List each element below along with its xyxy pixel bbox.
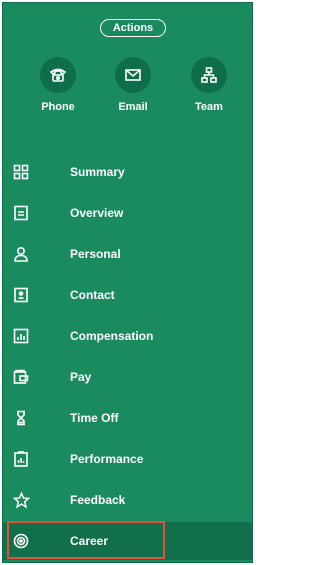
nav-item-compensation[interactable]: Compensation: [3, 317, 252, 355]
nav-item-time-off[interactable]: Time Off: [3, 399, 252, 437]
nav-label: Summary: [70, 165, 125, 179]
nav-item-summary[interactable]: Summary: [3, 153, 252, 191]
nav-item-career[interactable]: Career: [3, 522, 252, 560]
nav-label: Contact: [70, 288, 115, 302]
nav-label: Personal: [70, 247, 121, 261]
hourglass-icon: [12, 409, 30, 427]
contact-card-icon: [12, 286, 30, 304]
email-label: Email: [118, 101, 148, 113]
phone-icon: [40, 57, 76, 93]
chart-icon: [12, 327, 30, 345]
actions-label: Actions: [112, 22, 154, 34]
nav-label: Feedback: [70, 493, 126, 507]
nav-item-pay[interactable]: Pay: [3, 358, 252, 396]
nav-label: Performance: [70, 452, 144, 466]
nav-label: Overview: [70, 206, 124, 220]
nav-item-overview[interactable]: Overview: [3, 194, 252, 232]
star-icon: [12, 491, 30, 509]
email-action[interactable]: Email: [101, 57, 165, 113]
grid-icon: [12, 163, 30, 181]
person-icon: [12, 245, 30, 263]
actions-button[interactable]: Actions: [100, 19, 166, 37]
nav-label: Career: [70, 534, 109, 548]
target-icon: [12, 532, 30, 550]
email-icon: [115, 57, 151, 93]
nav-label: Pay: [70, 370, 92, 384]
team-icon: [191, 57, 227, 93]
team-action[interactable]: Team: [177, 57, 241, 113]
document-icon: [12, 204, 30, 222]
wallet-icon: [12, 368, 30, 386]
nav-item-performance[interactable]: Performance: [3, 440, 252, 478]
nav-item-contact[interactable]: Contact: [3, 276, 252, 314]
nav-item-personal[interactable]: Personal: [3, 235, 252, 273]
nav-item-feedback[interactable]: Feedback: [3, 481, 252, 519]
phone-action[interactable]: Phone: [26, 57, 90, 113]
performance-icon: [12, 450, 30, 468]
phone-label: Phone: [41, 101, 75, 113]
nav-label: Time Off: [70, 411, 119, 425]
side-panel: Actions Phone Email Team Summary Overvie…: [2, 2, 253, 563]
team-label: Team: [195, 101, 223, 113]
nav-label: Compensation: [70, 329, 154, 343]
